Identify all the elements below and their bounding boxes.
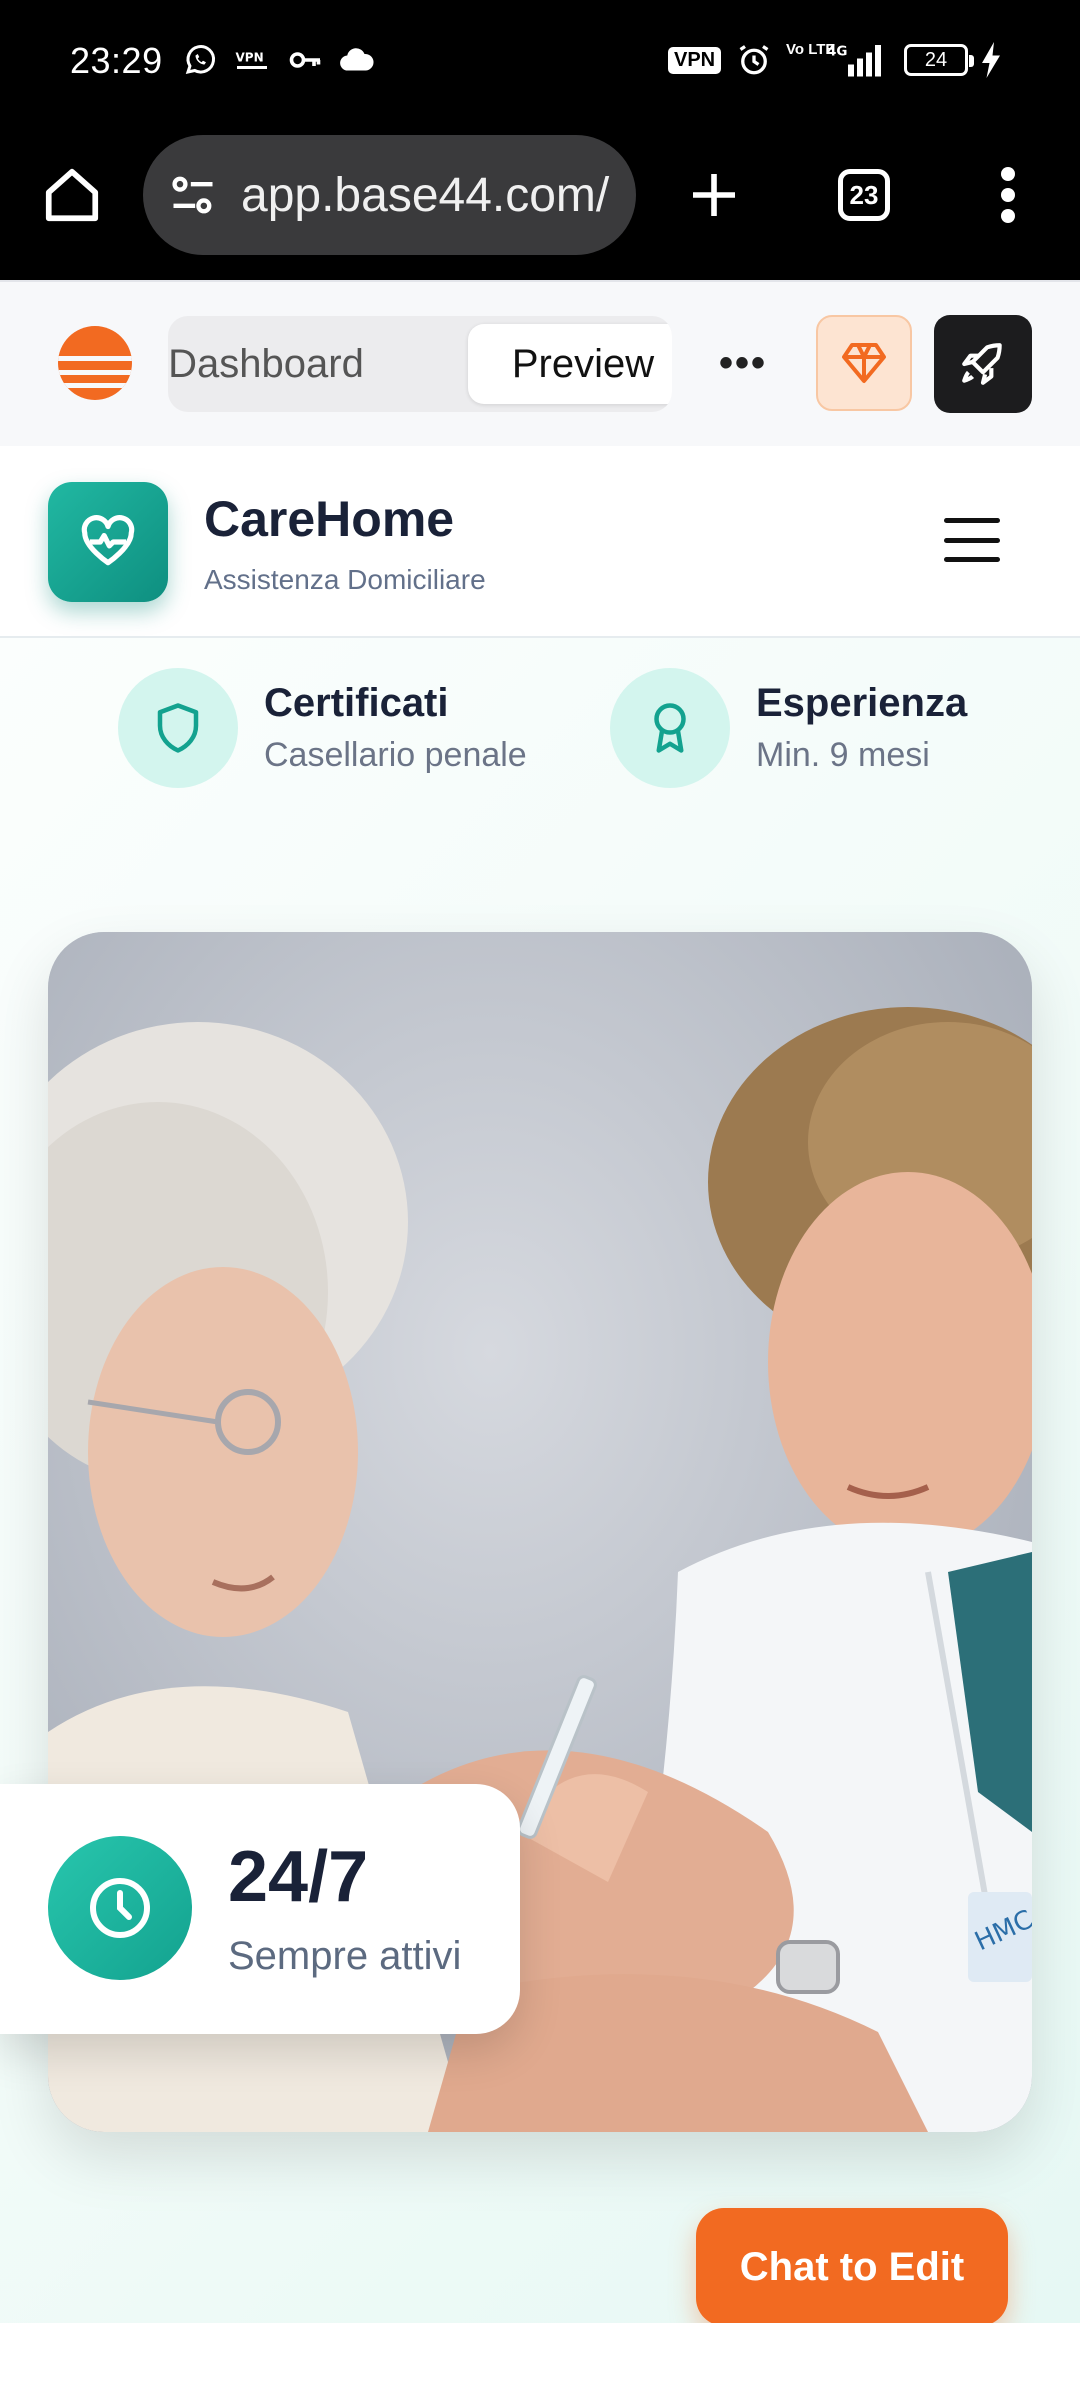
new-tab-button[interactable]	[672, 153, 756, 237]
clock-icon	[48, 1836, 192, 1980]
tab-count: 23	[838, 169, 890, 221]
availability-card: 24/7 Sempre attivi	[0, 1784, 520, 2034]
feature-subtitle: Casellario penale	[264, 736, 527, 774]
whatsapp-icon	[182, 42, 218, 78]
tab-switcher-button[interactable]: 23	[822, 153, 906, 237]
feature-subtitle: Min. 9 mesi	[756, 736, 930, 774]
feature-certificati: Certificati Casellario penale	[118, 668, 527, 788]
url-text: app.base44.com/	[241, 168, 610, 222]
chat-to-edit-button[interactable]: Chat to Edit	[696, 2208, 1008, 2326]
signal-icon: 4G	[826, 42, 888, 78]
builder-toolbar: Dashboard Preview •••	[0, 280, 1080, 446]
award-icon	[610, 668, 730, 788]
feature-title: Esperienza	[756, 681, 968, 725]
home-button[interactable]	[30, 153, 114, 237]
browser-menu-button[interactable]	[966, 153, 1050, 237]
browser-toolbar: app.base44.com/ 23	[0, 125, 1080, 280]
feature-title: Certificati	[264, 681, 449, 725]
upgrade-button[interactable]	[816, 315, 912, 411]
site-settings-icon[interactable]	[167, 169, 219, 221]
plus-icon	[693, 174, 735, 216]
vpn-icon: VPN	[234, 42, 270, 78]
rocket-icon	[962, 343, 1002, 385]
app-subtitle: Assistenza Domiciliare	[204, 564, 486, 595]
availability-value: 24/7	[228, 1837, 369, 1917]
vpn-badge: VPN	[668, 42, 722, 78]
alarm-icon	[736, 42, 772, 78]
publish-button[interactable]	[934, 315, 1032, 413]
svg-text:VPN: VPN	[236, 51, 264, 65]
heart-pulse-icon	[81, 515, 135, 566]
app-logo[interactable]	[48, 482, 168, 602]
diamond-icon	[842, 343, 886, 383]
view-switcher: Dashboard Preview	[168, 316, 672, 412]
key-icon	[286, 42, 324, 78]
tab-preview[interactable]: Preview	[468, 324, 672, 404]
base44-logo[interactable]	[58, 326, 132, 400]
svg-text:4G: 4G	[827, 44, 847, 60]
hamburger-menu-button[interactable]	[940, 510, 1004, 570]
bottom-strip	[0, 2323, 1080, 2400]
hero-section: Certificati Casellario penale Esperienza…	[0, 638, 1080, 2326]
tab-dashboard[interactable]: Dashboard	[168, 324, 364, 404]
address-bar[interactable]: app.base44.com/	[143, 135, 636, 255]
charging-icon	[980, 42, 1002, 78]
more-options-button[interactable]: •••	[706, 326, 780, 400]
battery-icon: 24	[904, 42, 974, 78]
feature-esperienza: Esperienza Min. 9 mesi	[610, 668, 967, 788]
status-bar: 23:29 VPN VPN Vo LTE 4G 24	[0, 0, 1080, 125]
app-header: CareHome Assistenza Domiciliare	[0, 446, 1080, 638]
app-title: CareHome	[204, 491, 455, 547]
cloud-icon	[338, 42, 376, 78]
shield-icon	[118, 668, 238, 788]
availability-label: Sempre attivi	[228, 1934, 462, 1978]
home-icon	[45, 168, 99, 222]
status-time: 23:29	[70, 40, 163, 81]
kebab-menu-icon	[1001, 167, 1015, 223]
